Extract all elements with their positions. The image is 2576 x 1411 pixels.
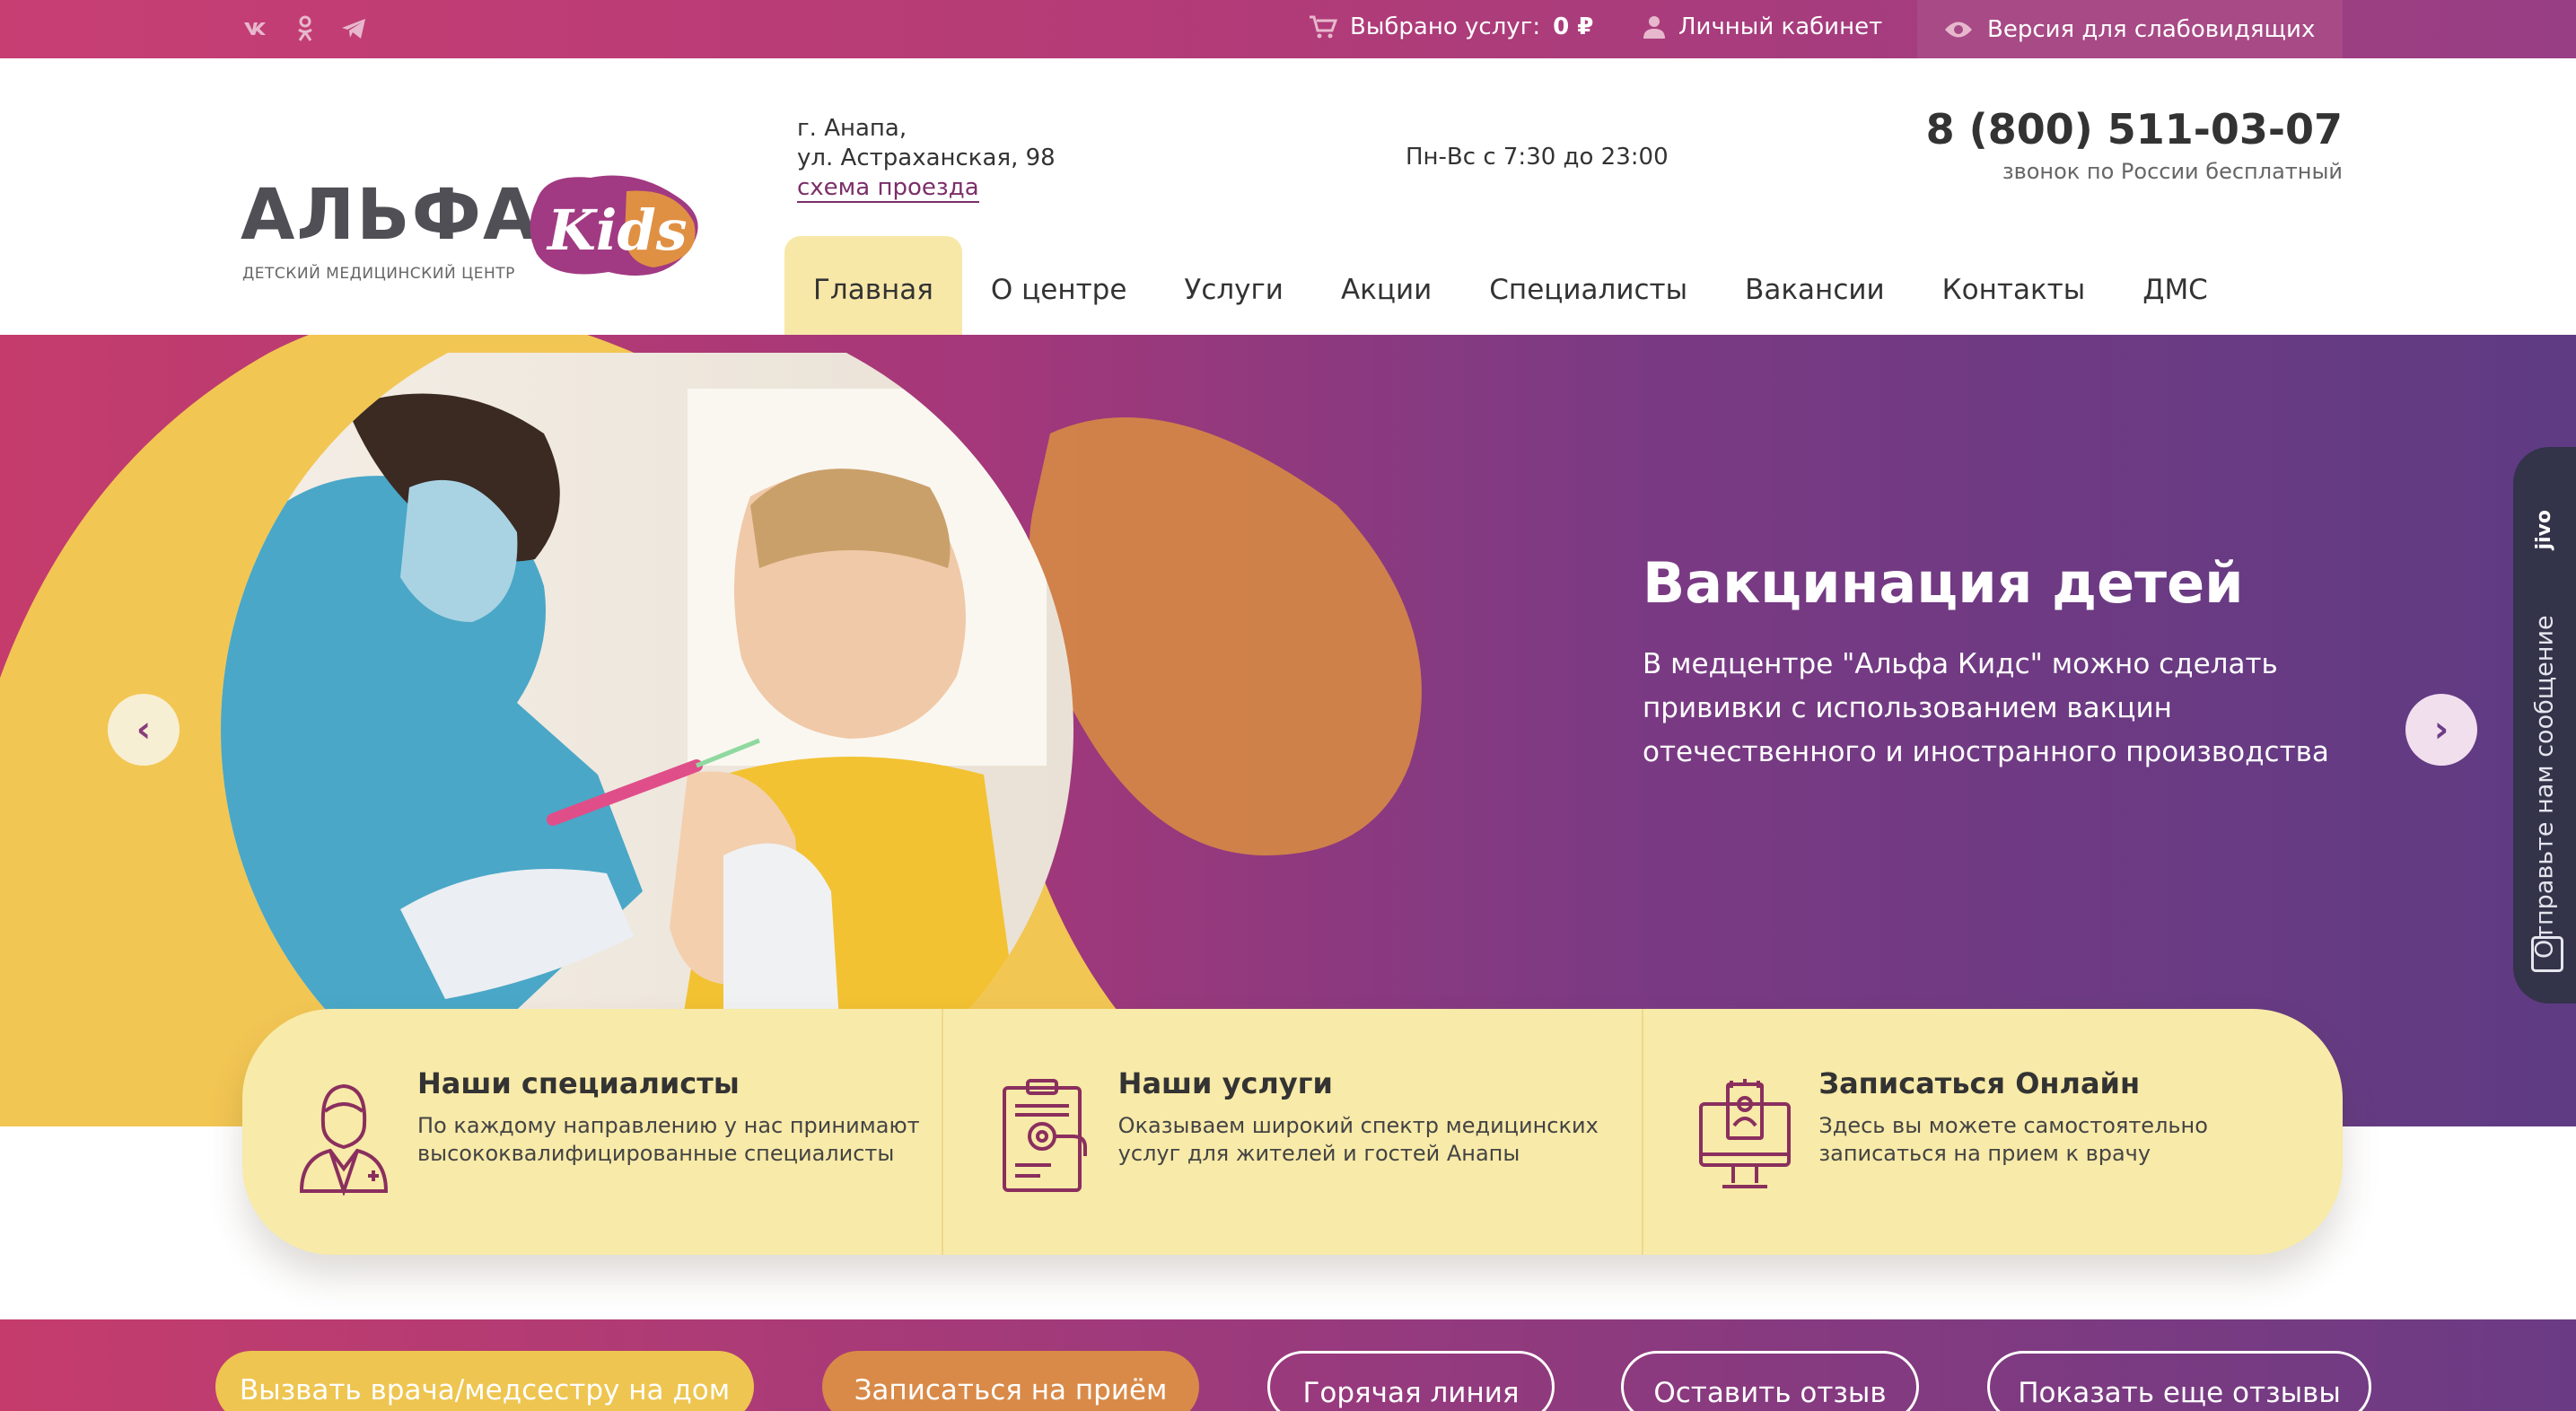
phone-note: звонок по России бесплатный [2002,159,2343,184]
logo-kids-text: Kids [546,197,688,263]
cart-value: 0 ₽ [1553,13,1594,40]
clipboard-icon [1002,1079,1087,1192]
action-bar: Вызвать врача/медсестру на дом Записатьс… [0,1319,2576,1411]
card-title: Наши услуги [1117,1066,1333,1100]
top-bar: Выбрано услуг: 0 ₽ Личный кабинет Версия… [0,0,2576,58]
show-more-reviews-button[interactable]: Показать еще отзывы [1987,1351,2371,1411]
accessibility-version-label: Версия для слабовидящих [1987,15,2316,43]
card-title: Записаться Онлайн [1818,1066,2141,1100]
make-appointment-button[interactable]: Записаться на приём [822,1351,1199,1411]
social-links [242,14,368,43]
slider-prev-button[interactable]: ‹ [108,694,180,766]
hero-photo [221,353,1073,1098]
odnoklassniki-icon[interactable] [291,14,320,43]
address-street: ул. Астраханская, 98 [797,145,1056,171]
nav-item-services[interactable]: Услуги [1155,236,1312,335]
card-specialists[interactable]: Наши специалисты По каждому направлению … [242,1009,943,1255]
monitor-appointment-icon [1699,1079,1792,1188]
working-hours: Пн-Вс с 7:30 до 23:00 [1406,144,1669,171]
logo-subtitle: ДЕТСКИЙ МЕДИЦИНСКИЙ ЦЕНТР [242,265,515,283]
eye-icon [1944,20,1973,39]
address-city: г. Анапа, [797,115,907,142]
card-title: Наши специалисты [417,1066,740,1100]
logo[interactable]: АЛЬФА Kids ДЕТСКИЙ МЕДИЦИНСКИЙ ЦЕНТР [241,119,707,290]
hero-text: В медцентре "Альфа Кидс" можно сделать п… [1643,648,2329,768]
nav-item-about[interactable]: О центре [962,236,1156,335]
personal-account-label: Личный кабинет [1678,13,1883,40]
cart-summary[interactable]: Выбрано услуг: 0 ₽ [1309,0,1593,54]
personal-account-link[interactable]: Личный кабинет [1643,0,1882,54]
chevron-left-icon: ‹ [136,709,152,750]
hero-slider: Вакцинация детей В медцентре "Альфа Кидс… [0,335,2576,1126]
phone-number[interactable]: 8 (800) 511-03-07 [1926,105,2343,153]
phone-block: 8 (800) 511-03-07 звонок по России беспл… [1926,105,2343,184]
site-header: АЛЬФА Kids ДЕТСКИЙ МЕДИЦИНСКИЙ ЦЕНТР г. … [0,58,2576,335]
nav-item-dms[interactable]: ДМС [2114,236,2237,335]
nav-item-vacancies[interactable]: Вакансии [1716,236,1914,335]
nav-item-home[interactable]: Главная [784,236,962,335]
message-icon [2531,936,2563,972]
main-nav: Главная О центре Услуги Акции Специалист… [784,236,2237,335]
chevron-right-icon: › [2433,709,2449,750]
cart-icon [1309,14,1337,39]
card-services[interactable]: Наши услуги Оказываем широкий спектр мед… [943,1009,1644,1255]
hotline-button[interactable]: Горячая линия [1267,1351,1555,1411]
telegram-icon[interactable] [339,14,368,43]
chat-widget[interactable]: jivo Отправьте нам сообщение [2513,447,2576,1003]
accessibility-version-button[interactable]: Версия для слабовидящих [1917,0,2343,58]
hero-title: Вакцинация детей [1643,550,2244,616]
nav-item-promotions[interactable]: Акции [1312,236,1460,335]
nav-item-contacts[interactable]: Контакты [1914,236,2115,335]
slider-next-button[interactable]: › [2405,694,2477,766]
card-text: Оказываем широкий спектр медицинских усл… [1117,1113,1599,1166]
user-icon [1643,14,1666,39]
chat-label: Отправьте нам сообщение [2530,615,2559,959]
doctor-icon [299,1083,389,1196]
card-text: Здесь вы можете самостоятельно записатьс… [1818,1113,2208,1166]
address-block: г. Анапа, ул. Астраханская, 98 схема про… [797,114,1056,203]
logo-wordmark: АЛЬФА [241,175,539,256]
feature-cards: Наши специалисты По каждому направлению … [242,1009,2343,1255]
nav-item-specialists[interactable]: Специалисты [1460,236,1716,335]
vk-icon[interactable] [242,14,271,43]
logo-kids-badge: Kids [530,175,698,276]
card-online-appointment[interactable]: Записаться Онлайн Здесь вы можете самост… [1643,1009,2343,1255]
route-map-link[interactable]: схема проезда [797,174,979,203]
leave-review-button[interactable]: Оставить отзыв [1621,1351,1919,1411]
cart-label: Выбрано услуг: [1350,13,1541,40]
card-text: По каждому направлению у нас принимают в… [417,1113,920,1166]
call-doctor-home-button[interactable]: Вызвать врача/медсестру на дом [215,1351,754,1411]
